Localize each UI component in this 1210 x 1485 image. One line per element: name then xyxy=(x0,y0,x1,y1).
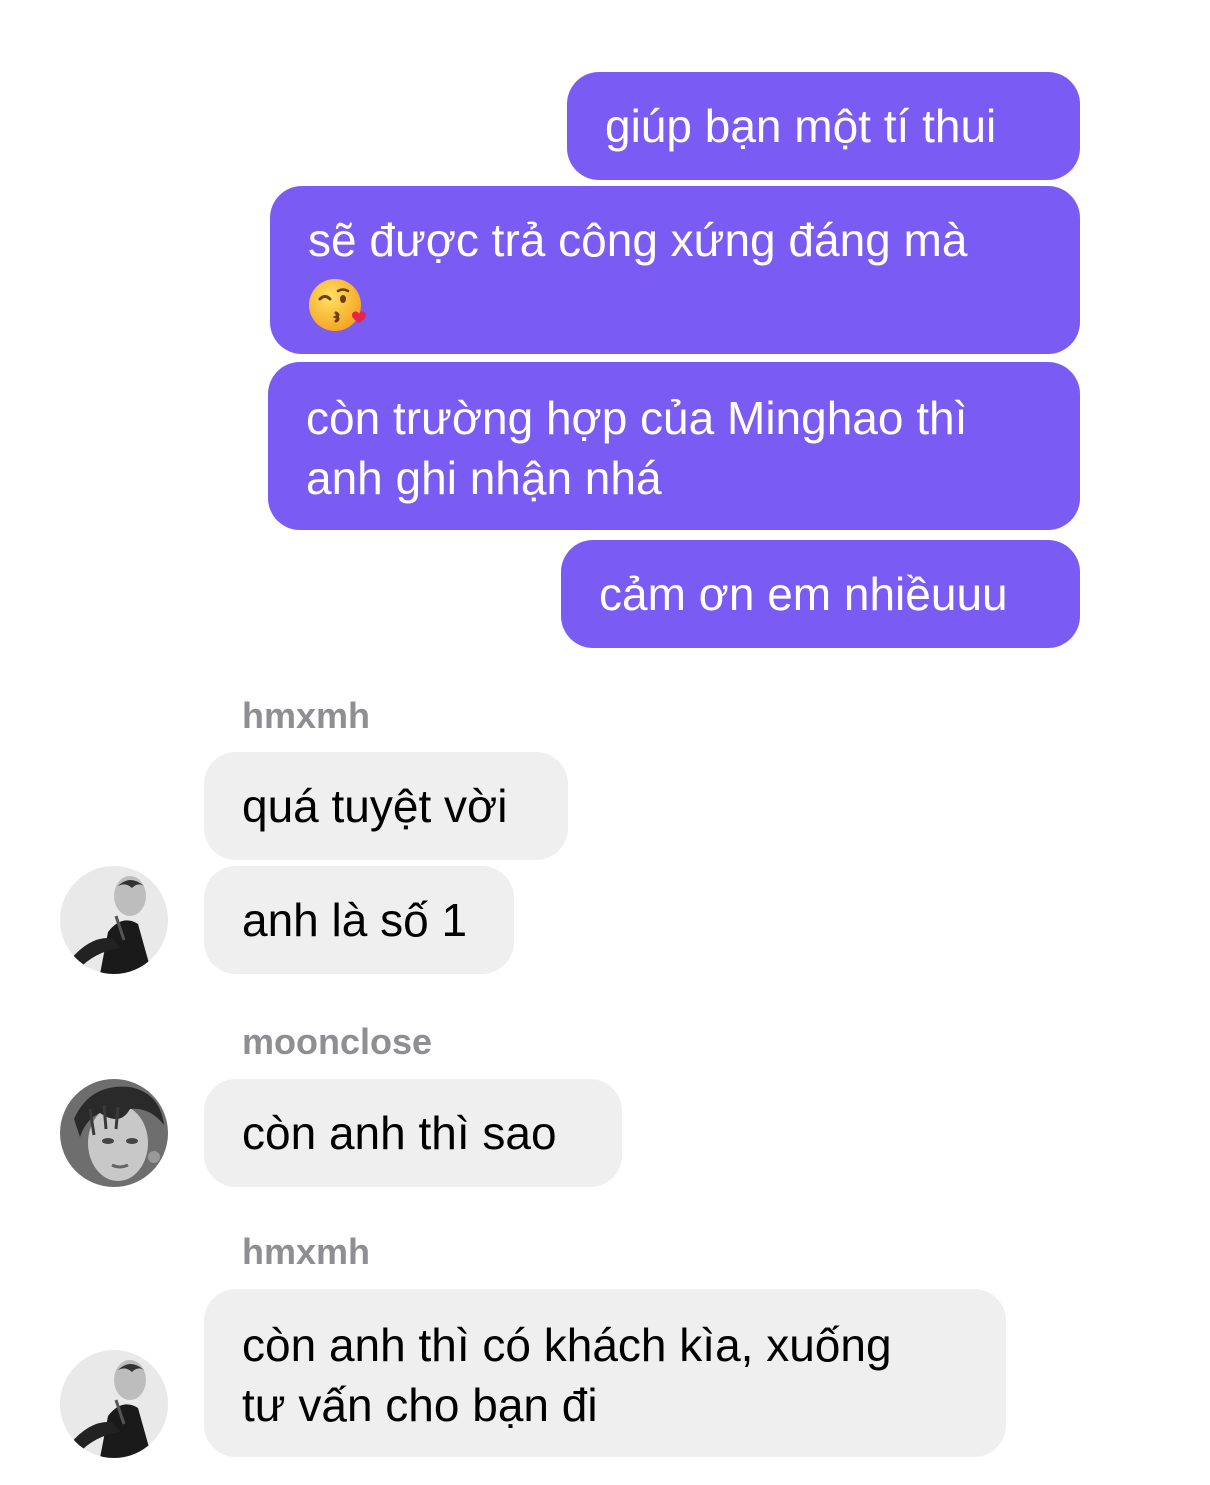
avatar-hmxmh[interactable] xyxy=(60,866,168,974)
message-text-line: còn trường hợp của Minghao thì xyxy=(306,392,968,444)
message-text: giúp bạn một tí thui xyxy=(605,100,997,152)
sender-name: hmxmh xyxy=(242,695,371,736)
message-text: quá tuyệt vời xyxy=(242,780,508,832)
incoming-message-bubble[interactable]: còn anh thì sao xyxy=(204,1079,622,1187)
sender-name: moonclose xyxy=(242,1021,433,1062)
outgoing-message-bubble[interactable]: giúp bạn một tí thui xyxy=(567,72,1080,180)
message-text: cảm ơn em nhiềuuu xyxy=(599,568,1008,620)
incoming-message-bubble[interactable]: quá tuyệt vời xyxy=(204,752,568,860)
message-text: anh là số 1 xyxy=(242,894,468,946)
message-text: còn anh thì sao xyxy=(242,1107,557,1159)
message-text: sẽ được trả công xứng đáng mà xyxy=(308,214,968,266)
avatar-moonclose[interactable] xyxy=(60,1079,168,1187)
outgoing-message-bubble[interactable]: cảm ơn em nhiềuuu xyxy=(561,540,1080,648)
incoming-message-bubble[interactable]: anh là số 1 xyxy=(204,866,514,974)
kissing-face-with-heart-icon xyxy=(308,275,366,333)
message-text-line: còn anh thì có khách kìa, xuống xyxy=(242,1319,892,1371)
outgoing-message-bubble[interactable]: còn trường hợp của Minghao thì anh ghi n… xyxy=(268,362,1080,530)
sender-name: hmxmh xyxy=(242,1231,371,1272)
message-text-line: anh ghi nhận nhá xyxy=(306,452,662,504)
incoming-message-bubble[interactable]: còn anh thì có khách kìa, xuống tư vấn c… xyxy=(204,1289,1006,1457)
avatar-hmxmh[interactable] xyxy=(60,1350,168,1458)
message-text-line: tư vấn cho bạn đi xyxy=(242,1379,598,1431)
outgoing-message-bubble[interactable]: sẽ được trả công xứng đáng mà xyxy=(270,186,1080,354)
